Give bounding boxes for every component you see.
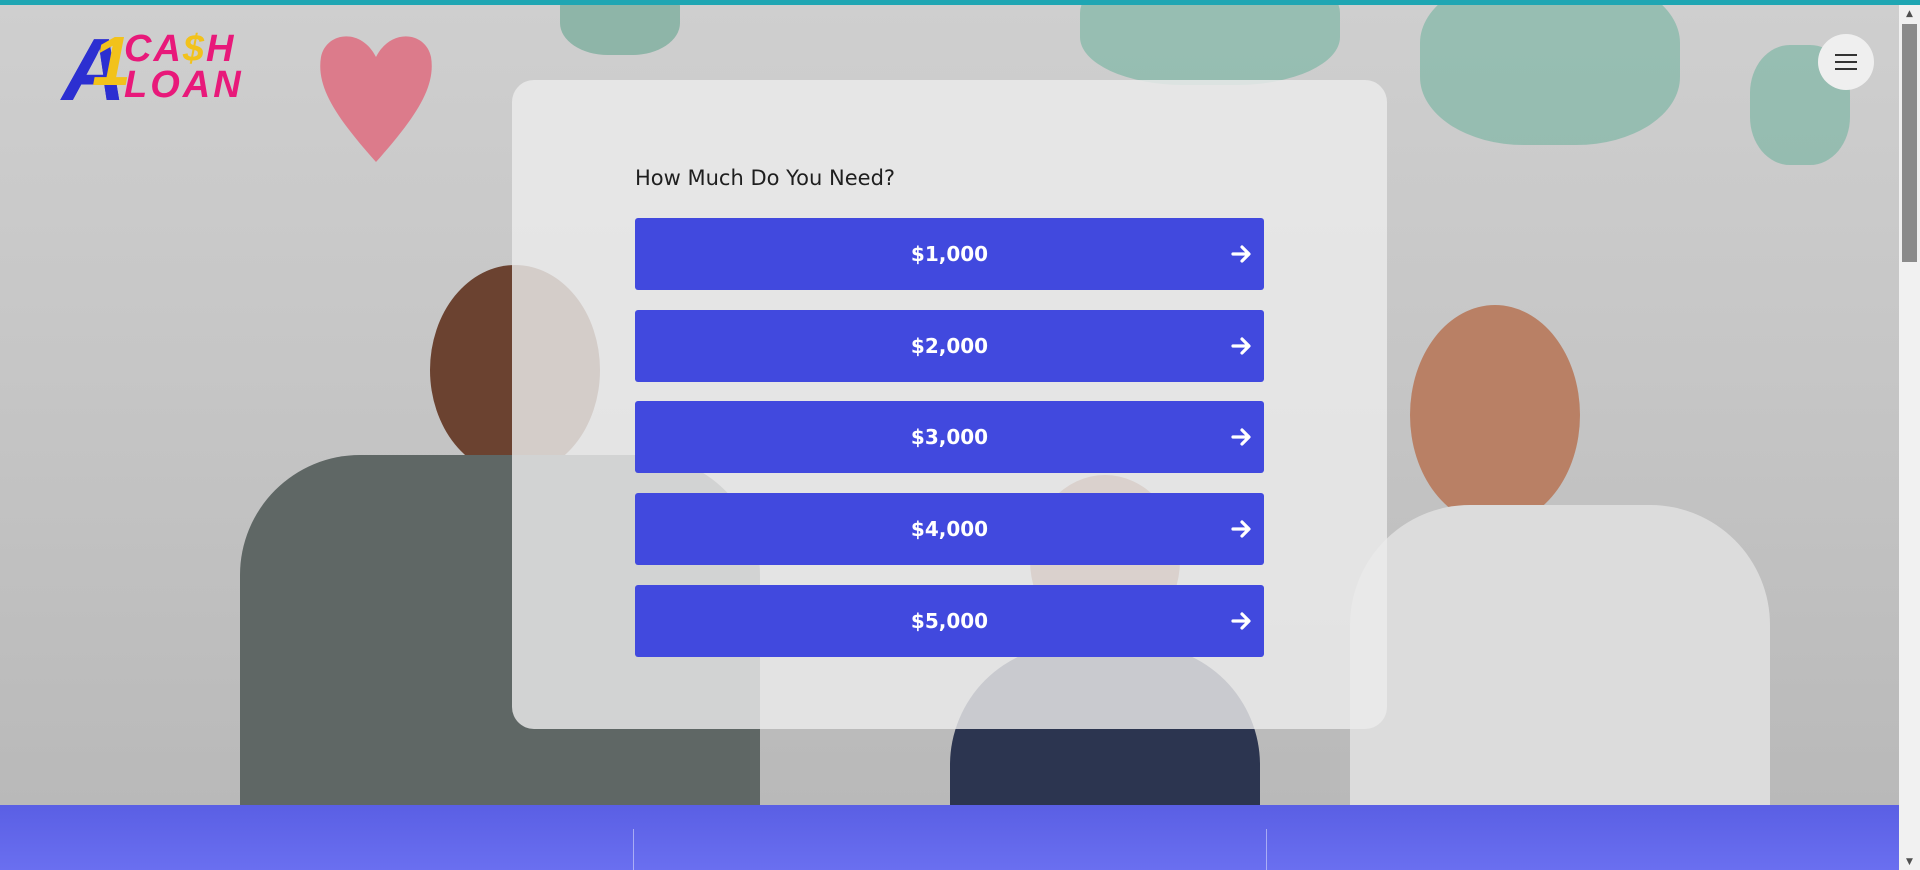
hamburger-menu-icon [1835,54,1857,70]
arrow-right-icon [1231,337,1251,355]
amount-option-label: $4,000 [910,517,989,541]
scroll-up-arrow-icon[interactable]: ▲ [1899,5,1920,22]
amount-option-2000-button[interactable]: $2,000 [635,310,1264,382]
logo-word-loan: LOAN [124,64,244,106]
amount-option-1000-button[interactable]: $1,000 [635,218,1264,290]
painted-heart-icon [320,36,432,162]
arrow-right-icon [1231,520,1251,538]
scrollbar-thumb[interactable] [1902,24,1917,262]
logo-word-cash: CA$H [124,28,236,70]
paint-smear [1420,5,1680,145]
column-divider [633,829,634,870]
amount-option-label: $1,000 [910,242,989,266]
person-woman [1350,305,1870,805]
amount-option-5000-button[interactable]: $5,000 [635,585,1264,657]
features-band [0,805,1899,870]
page-scrollbar[interactable]: ▲ ▼ [1899,5,1920,870]
loan-question-heading: How Much Do You Need? [635,166,896,190]
paint-smear [1080,5,1340,85]
amount-option-4000-button[interactable]: $4,000 [635,493,1264,565]
menu-button[interactable] [1818,34,1874,90]
arrow-right-icon [1231,612,1251,630]
amount-option-3000-button[interactable]: $3,000 [635,401,1264,473]
column-divider [1266,829,1267,870]
scroll-down-arrow-icon[interactable]: ▼ [1899,853,1920,870]
amount-option-label: $3,000 [910,425,989,449]
paint-smear [560,5,680,55]
loan-amount-card: How Much Do You Need? $1,000 $2,000 $3,0… [512,80,1387,729]
arrow-right-icon [1231,428,1251,446]
arrow-right-icon [1231,245,1251,263]
amount-option-label: $2,000 [910,334,989,358]
brand-logo[interactable]: A 1 CA$H LOAN [62,26,267,114]
amount-option-label: $5,000 [910,609,989,633]
